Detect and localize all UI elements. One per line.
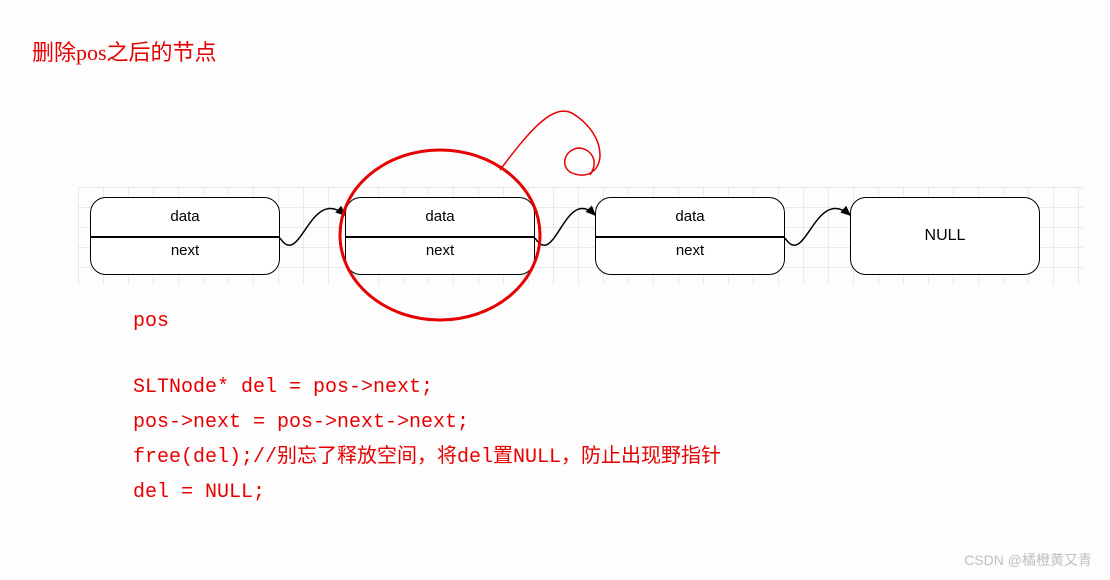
- watermark: CSDN @橘橙黄又青: [964, 550, 1092, 570]
- linked-list-node-3: data next: [595, 197, 785, 275]
- diagram-title: 删除pos之后的节点: [32, 35, 217, 67]
- code-snippet: SLTNode* del = pos->next; pos->next = po…: [133, 370, 721, 510]
- node-divider: [91, 236, 279, 238]
- node-next-label: next: [676, 242, 704, 259]
- node-divider: [346, 236, 534, 238]
- scribble-annotation: [500, 111, 600, 175]
- code-line-4: del = NULL;: [133, 475, 721, 510]
- node-divider: [596, 236, 784, 238]
- code-line-3: free(del);//别忘了释放空间，将del置NULL，防止出现野指针: [133, 440, 721, 475]
- node-next-label: next: [426, 242, 454, 259]
- node-data-label: data: [425, 208, 454, 225]
- linked-list-node-2: data next: [345, 197, 535, 275]
- node-data-label: data: [170, 208, 199, 225]
- code-line-1: SLTNode* del = pos->next;: [133, 370, 721, 405]
- pos-pointer-label: pos: [133, 310, 169, 333]
- node-next-label: next: [171, 242, 199, 259]
- null-label: NULL: [925, 227, 966, 245]
- linked-list-node-1: data next: [90, 197, 280, 275]
- node-data-label: data: [675, 208, 704, 225]
- linked-list-null-node: NULL: [850, 197, 1040, 275]
- code-line-2: pos->next = pos->next->next;: [133, 405, 721, 440]
